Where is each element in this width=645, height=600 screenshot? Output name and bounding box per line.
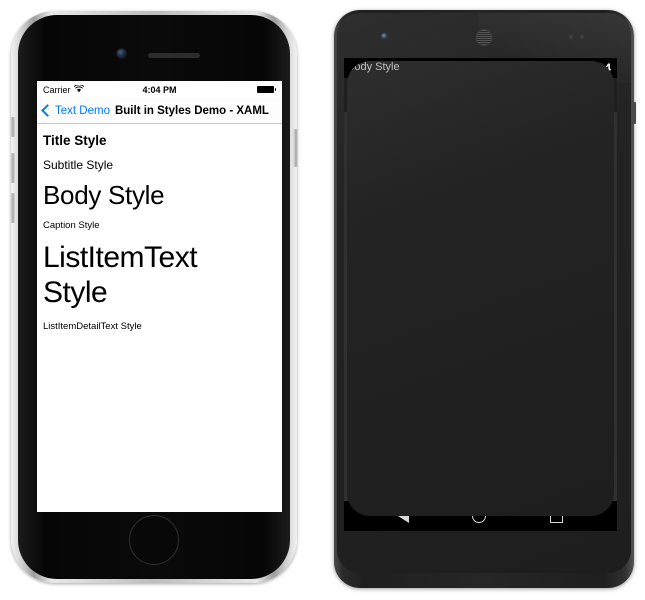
android-screen: 4:14 ← Built in Styles Demo - XAML Title… [344, 58, 617, 531]
list-item-title-style: Title Style [43, 133, 107, 148]
ios-style-list: Title Style Subtitle Style Body Style Ca… [37, 124, 282, 332]
page-title: Built in Styles Demo - XAML [114, 104, 269, 117]
iphone-screen: Carrier 4:04 PM Text Demo Built in Style… [37, 81, 282, 512]
mute-switch[interactable] [10, 117, 15, 137]
ios-status-left: Carrier [43, 83, 84, 95]
volume-up-button[interactable] [10, 153, 15, 183]
back-button[interactable]: Text Demo [41, 104, 110, 117]
front-camera-icon [381, 33, 388, 40]
front-camera-icon [117, 49, 126, 58]
list-item-caption-style: Caption Style [43, 219, 100, 231]
power-button[interactable] [293, 129, 298, 167]
home-button-icon[interactable] [129, 515, 179, 565]
android-style-list: Title Style Subtitle Style Body Style Ca… [344, 61, 617, 516]
wifi-icon [73, 83, 84, 95]
list-item-listitemtext-style: ListItemText Style [43, 240, 198, 310]
list-item-subtitle-style: Subtitle Style [43, 157, 114, 172]
carrier-label: Carrier [43, 84, 71, 95]
list-item-listitemdetailtext-style: ListItemDetailText Style [43, 320, 142, 332]
battery-full-icon [256, 86, 276, 93]
chevron-left-icon [41, 104, 54, 117]
earpiece-speaker-icon [148, 53, 200, 58]
power-button[interactable] [632, 102, 636, 124]
list-item-body-style: Body Style [347, 61, 614, 516]
list-item-body-style: Body Style [43, 180, 165, 211]
proximity-sensor-icon [569, 35, 595, 39]
ios-status-bar: Carrier 4:04 PM [37, 81, 282, 98]
back-button-label: Text Demo [55, 104, 110, 117]
volume-down-button[interactable] [10, 193, 15, 223]
ios-nav-bar: Text Demo Built in Styles Demo - XAML [37, 98, 282, 124]
android-device: 4:14 ← Built in Styles Demo - XAML Title… [334, 10, 636, 588]
earpiece-speaker-icon [475, 29, 493, 46]
iphone-device: Carrier 4:04 PM Text Demo Built in Style… [10, 11, 298, 583]
